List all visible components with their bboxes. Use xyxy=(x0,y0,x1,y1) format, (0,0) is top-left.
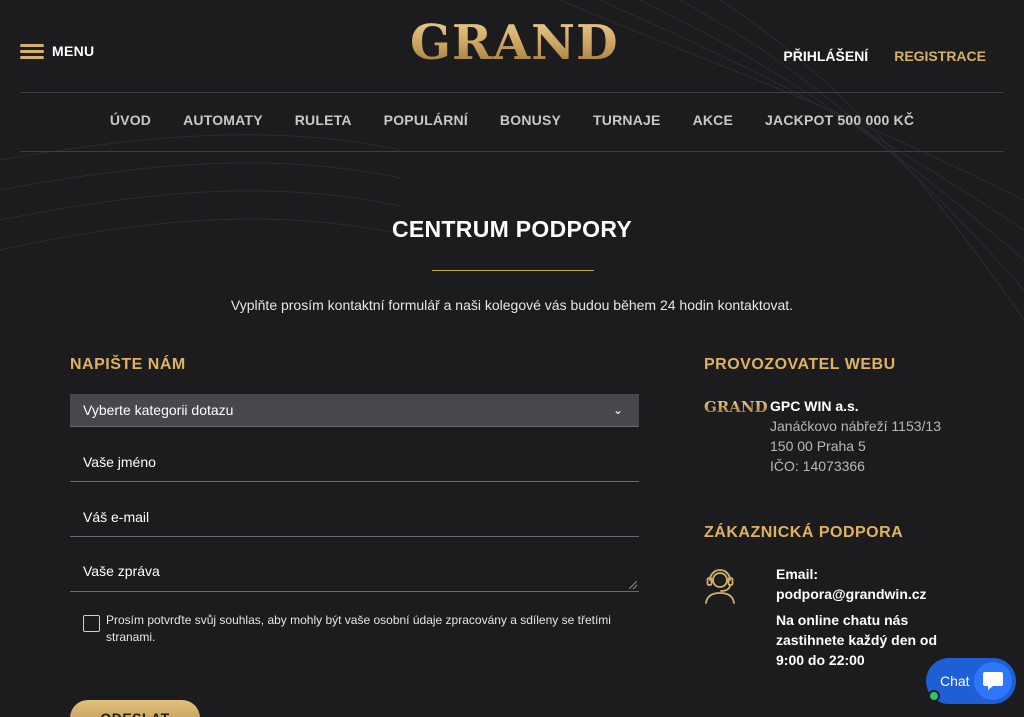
support-email-label: Email: xyxy=(776,566,819,582)
nav-item-uvod[interactable]: ÚVOD xyxy=(110,112,151,128)
menu-label: MENU xyxy=(52,43,95,59)
menu-button[interactable]: MENU xyxy=(20,42,94,60)
form-heading: NAPIŠTE NÁM xyxy=(70,356,186,373)
operator-logo-wordmark: GRAND xyxy=(704,398,768,416)
submit-button[interactable]: ODESLAT xyxy=(70,700,200,717)
operator-logo: GRAND xyxy=(704,398,768,416)
consent-row: Prosím potvrďte svůj souhlas, aby mohly … xyxy=(83,612,643,646)
nav-item-automaty[interactable]: AUTOMATY xyxy=(183,112,263,128)
chat-bubble-icon xyxy=(974,662,1012,700)
resize-handle-icon[interactable] xyxy=(629,581,637,589)
headset-agent-icon xyxy=(705,569,735,604)
site-logo[interactable]: GRAND xyxy=(410,12,618,74)
consent-label: Prosím potvrďte svůj souhlas, aby mohly … xyxy=(106,613,611,644)
main-nav: ÚVOD AUTOMATY RULETA POPULÁRNÍ BONUSY TU… xyxy=(0,112,1024,128)
operator-heading: PROVOZOVATEL WEBU xyxy=(704,356,896,373)
login-link[interactable]: PŘIHLÁŠENÍ xyxy=(783,48,868,64)
operator-info: GPC WIN a.s. Janáčkovo nábřeží 1153/13 1… xyxy=(770,396,941,476)
message-field[interactable] xyxy=(70,552,639,592)
category-select[interactable]: Vyberte kategorii dotazu ⌄ xyxy=(70,394,639,427)
register-link[interactable]: REGISTRACE xyxy=(894,48,986,64)
email-field[interactable] xyxy=(70,497,639,537)
chevron-down-icon: ⌄ xyxy=(612,403,623,417)
intro-text: Vyplňte prosím kontaktní formulář a naši… xyxy=(230,297,794,313)
online-status-dot xyxy=(928,690,940,702)
consent-checkbox[interactable] xyxy=(83,615,100,632)
nav-item-ruleta[interactable]: RULETA xyxy=(295,112,352,128)
nav-divider xyxy=(20,151,1004,152)
support-heading: ZÁKAZNICKÁ PODPORA xyxy=(704,524,904,541)
support-email-link[interactable]: podpora@grandwin.cz xyxy=(776,584,956,604)
operator-city: 150 00 Praha 5 xyxy=(770,438,866,454)
page-title: CENTRUM PODPORY xyxy=(391,216,633,242)
title-underline xyxy=(432,270,594,271)
message-textarea[interactable] xyxy=(70,552,639,591)
chat-label: Chat xyxy=(940,673,970,689)
email-input[interactable] xyxy=(70,497,639,536)
nav-item-bonusy[interactable]: BONUSY xyxy=(500,112,561,128)
site-header: MENU GRAND PŘIHLÁŠENÍ REGISTRACE xyxy=(0,0,1024,92)
support-info: Email: podpora@grandwin.cz Na online cha… xyxy=(776,564,956,670)
category-select-value: Vyberte kategorii dotazu xyxy=(83,402,234,418)
operator-street: Janáčkovo nábřeží 1153/13 xyxy=(770,418,941,434)
header-divider xyxy=(20,92,1004,93)
support-chat-line-1: Na online chatu nás xyxy=(776,612,909,628)
name-input[interactable] xyxy=(70,442,639,481)
nav-item-jackpot[interactable]: JACKPOT 500 000 KČ xyxy=(765,112,914,128)
nav-item-popularni[interactable]: POPULÁRNÍ xyxy=(384,112,468,128)
support-chat-hours: 9:00 do 22:00 xyxy=(776,652,865,668)
operator-company: GPC WIN a.s. xyxy=(770,398,859,414)
hamburger-icon xyxy=(20,42,44,60)
support-chat-line-2: zastihnete každý den od xyxy=(776,632,938,648)
operator-ico: IČO: 14073366 xyxy=(770,458,865,474)
nav-item-turnaje[interactable]: TURNAJE xyxy=(593,112,661,128)
name-field[interactable] xyxy=(70,442,639,482)
logo-wordmark: GRAND xyxy=(410,12,618,74)
nav-item-akce[interactable]: AKCE xyxy=(693,112,733,128)
auth-links: PŘIHLÁŠENÍ REGISTRACE xyxy=(783,48,986,64)
